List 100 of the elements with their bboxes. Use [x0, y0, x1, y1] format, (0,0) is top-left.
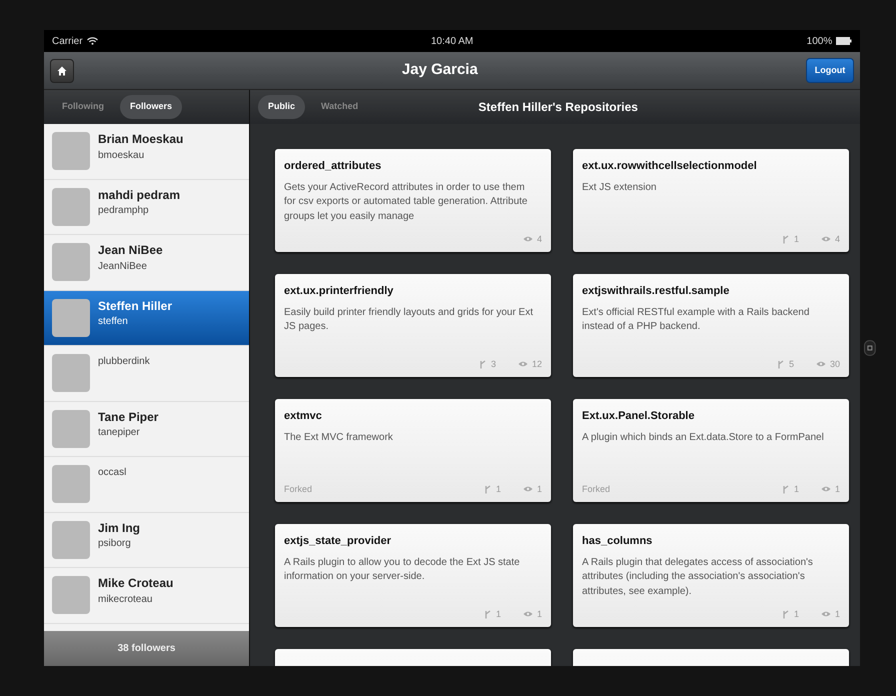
- avatar-placeholder: [52, 243, 90, 281]
- user-login: steffen: [98, 315, 129, 330]
- repository-card[interactable]: ext.ux.printerfriendly Easily build printer friendly layouts and grids for your Ext JS pages. 3 12: [275, 274, 551, 377]
- watcher-count: 4: [536, 232, 542, 246]
- repository-name: extmvc: [284, 409, 323, 424]
- followers-count: 38 followers: [44, 631, 249, 666]
- watcher-count: 4: [834, 232, 840, 246]
- eye-icon: [816, 361, 826, 368]
- avatar-placeholder: [52, 132, 90, 170]
- fork-count: 5: [788, 358, 794, 370]
- eye-icon: [522, 611, 533, 618]
- fork-count: 1: [496, 482, 501, 496]
- user-name: Mike Croteau: [98, 576, 174, 592]
- user-name: Tane Piper: [98, 410, 158, 426]
- watcher-count: 30: [830, 358, 840, 370]
- user-login: pedramphp: [98, 204, 150, 218]
- repository-description: Easily build printer friendly layouts and grids for your Ext JS pages.: [284, 306, 534, 334]
- user-list-item[interactable]: Steffen Hiller steffen: [44, 290, 249, 346]
- avatar-placeholder: [52, 576, 90, 614]
- repository-name: ext.ux.rowwithcellselectionmodel: [582, 159, 758, 174]
- user-list-item[interactable]: mahdi pedram pedramphp: [44, 180, 249, 235]
- repository-card[interactable]: has_columns A Rails plugin that delegates access of association's attributes (including the association's association's attributes, see example). 1 1: [573, 524, 849, 627]
- repository-card[interactable]: Ext.ux.Panel.Storable A plugin which binds an Ext.data.Store to a FormPanel Forked 1 1: [573, 399, 849, 502]
- tab[interactable]: Followers: [120, 95, 182, 119]
- carrier-name: Carrier: [52, 34, 83, 48]
- repository-name: ext.ux.printerfriendly: [284, 284, 394, 299]
- user-list-item[interactable]: Tane Piper tanepiper: [44, 402, 249, 457]
- fork-icon: [484, 610, 492, 619]
- watcher-count: 1: [536, 482, 542, 496]
- eye-icon: [522, 486, 533, 492]
- battery-percent: 100%: [806, 34, 832, 48]
- user-title: Jay Garcia: [400, 60, 479, 80]
- tab[interactable]: Public: [258, 95, 306, 119]
- avatar-placeholder: [52, 188, 90, 226]
- user-list-item[interactable]: Brian Moeskau bmoeskau: [44, 124, 249, 180]
- repository-card[interactable]: ordered_attributes Gets your ActiveRecord attributes in order to use them for csv exports or automated table generation. Attribute groups let you easily manage 4: [275, 149, 551, 252]
- repositories-title: Steffen Hiller's Repositories: [477, 99, 639, 116]
- tab[interactable]: Following: [52, 95, 114, 119]
- user-name: Brian Moeskau: [98, 132, 184, 148]
- user-list-item[interactable]: Mike Croteau mikecroteau: [44, 568, 249, 624]
- tab[interactable]: Watched: [311, 95, 368, 119]
- fork-count: 1: [794, 482, 799, 496]
- repository-name: Ext.ux.Panel.Storable: [582, 409, 696, 424]
- watcher-count: 1: [834, 482, 840, 496]
- user-login: occasl: [98, 466, 126, 480]
- repository-name: has_columns: [582, 534, 654, 549]
- repository-name: extjswithrails.restful.sample: [582, 284, 730, 299]
- user-name: mahdi pedram: [98, 188, 180, 204]
- eye-icon: [820, 236, 831, 242]
- side-button-icon: [864, 340, 876, 356]
- avatar-placeholder: [52, 410, 90, 448]
- user-list-item[interactable]: Jean NiBee JeanNiBee: [44, 235, 249, 290]
- repository-card[interactable]: extjswithrails.restful.sample Ext's official RESTful example with a Rails backend instead of a PHP backend. 5 30: [573, 274, 849, 377]
- home-icon: [57, 66, 67, 76]
- repository-card[interactable]: ext.ux.rowwithcellselectionmodel Ext JS extension 1 4: [573, 149, 849, 252]
- fork-icon: [782, 484, 790, 494]
- watcher-count: 12: [532, 358, 542, 370]
- forked-label: Forked: [284, 482, 312, 496]
- user-list-item[interactable]: Jim Ing psiborg: [44, 512, 249, 568]
- watcher-count: 1: [834, 608, 840, 620]
- eye-icon: [518, 361, 528, 368]
- user-login: plubberdink: [98, 355, 150, 369]
- avatar-placeholder: [52, 520, 90, 558]
- fork-count: 1: [496, 608, 501, 620]
- wifi-icon: [86, 37, 98, 45]
- repository-card[interactable]: extjs_state_provider A Rails plugin to allow you to decode the Ext JS state information on your server-side. 1 1: [275, 524, 551, 627]
- home-button[interactable]: [50, 58, 74, 82]
- logout-button[interactable]: Logout: [806, 58, 854, 84]
- fork-icon: [776, 360, 785, 369]
- user-name: Steffen Hiller: [98, 298, 172, 314]
- repository-description: The Ext MVC framework: [284, 430, 394, 444]
- user-list-item[interactable]: plubberdink: [44, 346, 249, 402]
- user-login: mikecroteau: [98, 592, 154, 607]
- user-login: JeanNiBee: [98, 260, 148, 274]
- user-login: bmoeskau: [98, 148, 146, 163]
- repository-card[interactable]: extmvc The Ext MVC framework Forked 1 1: [275, 399, 551, 502]
- fork-icon: [478, 360, 487, 369]
- user-name: Jim Ing: [98, 520, 140, 536]
- watcher-count: 1: [536, 608, 542, 620]
- battery-icon: [836, 37, 852, 45]
- user-name: Jean NiBee: [98, 243, 163, 259]
- eye-icon: [820, 611, 831, 618]
- repository-description: A plugin which binds an Ext.data.Store to a FormPanel: [582, 430, 825, 444]
- avatar-placeholder: [52, 465, 90, 503]
- fork-count: 1: [794, 608, 799, 620]
- forked-label: Forked: [582, 482, 610, 496]
- fork-count: 3: [490, 358, 496, 370]
- user-login: psiborg: [98, 537, 132, 552]
- fork-icon: [782, 610, 790, 619]
- fork-count: 1: [794, 232, 799, 246]
- fork-icon: [782, 234, 790, 244]
- repository-description: Gets your ActiveRecord attributes in order to use them for csv exports or automated table generation. Attribute groups let you easily manage: [284, 180, 528, 220]
- fork-icon: [484, 484, 492, 494]
- user-login: tanepiper: [98, 426, 141, 440]
- repository-name: ordered_attributes: [284, 159, 382, 174]
- repository-description: A Rails plugin that delegates access of association's attributes (including the association's association's attributes, see example).: [582, 556, 814, 596]
- eye-icon: [820, 486, 831, 492]
- repository-description: Ext's official RESTful example with a Rails backend instead of a PHP backend.: [582, 306, 810, 334]
- user-list-item[interactable]: occasl: [44, 457, 249, 512]
- avatar-placeholder: [52, 354, 90, 392]
